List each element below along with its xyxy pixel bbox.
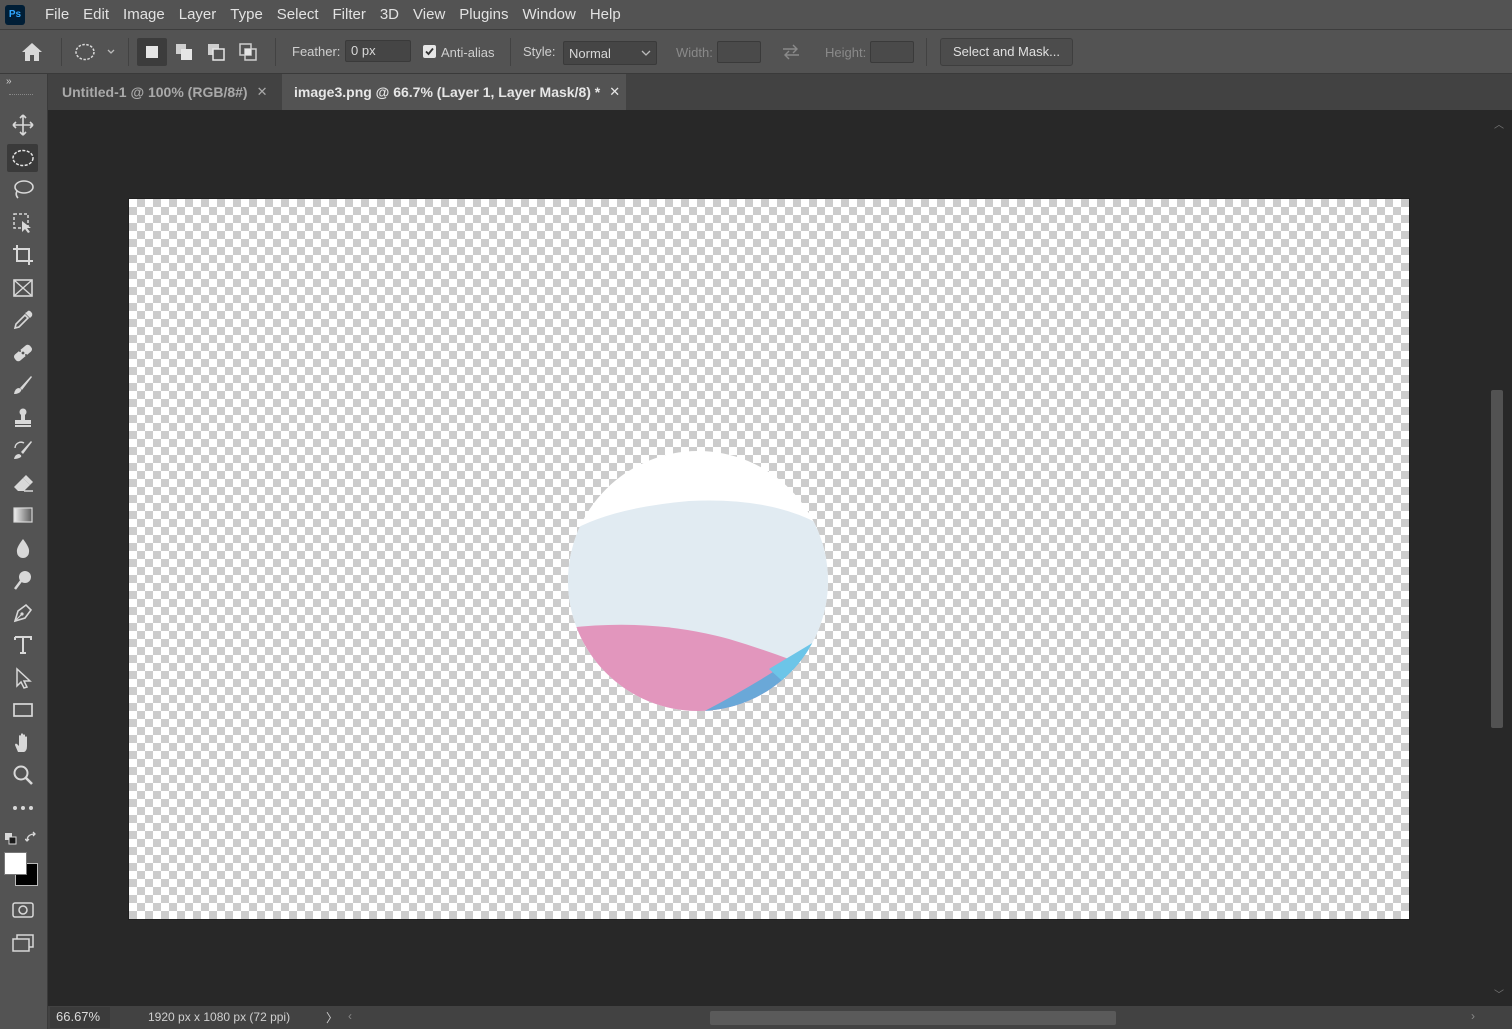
feather-label: Feather:	[292, 44, 341, 59]
select-and-mask-button[interactable]: Select and Mask...	[940, 38, 1073, 66]
close-icon[interactable]: ✕	[609, 84, 620, 100]
tab-untitled-1[interactable]: Untitled-1 @ 100% (RGB/8#) ✕	[48, 74, 282, 110]
menu-filter[interactable]: Filter	[326, 0, 373, 30]
menu-image[interactable]: Image	[116, 0, 172, 30]
dodge-tool-icon[interactable]	[7, 566, 38, 594]
width-input[interactable]	[717, 41, 761, 63]
subtract-from-selection-button[interactable]	[201, 38, 231, 66]
intersect-selection-button[interactable]	[233, 38, 263, 66]
style-label: Style:	[523, 44, 556, 59]
elliptical-marquee-tool-icon[interactable]	[7, 144, 38, 172]
document-workspace[interactable]	[48, 110, 1489, 1006]
menu-view[interactable]: View	[406, 0, 452, 30]
move-tool-icon[interactable]	[7, 111, 38, 139]
document-tabs: Untitled-1 @ 100% (RGB/8#) ✕ image3.png …	[48, 74, 1512, 110]
screen-mode-icon[interactable]	[7, 929, 38, 957]
add-to-selection-button[interactable]	[169, 38, 199, 66]
object-selection-tool-icon[interactable]	[7, 209, 38, 237]
menu-window[interactable]: Window	[515, 0, 582, 30]
healing-brush-tool-icon[interactable]	[7, 339, 38, 367]
clone-stamp-tool-icon[interactable]	[7, 404, 38, 432]
document-info: 1920 px x 1080 px (72 ppi)	[148, 1010, 291, 1024]
masked-image-layer	[568, 451, 828, 711]
width-label: Width:	[676, 45, 713, 60]
menu-plugins[interactable]: Plugins	[452, 0, 515, 30]
close-icon[interactable]: ✕	[257, 84, 268, 100]
menu-type[interactable]: Type	[223, 0, 270, 30]
menu-select[interactable]: Select	[270, 0, 326, 30]
rectangle-tool-icon[interactable]	[7, 696, 38, 724]
crop-tool-icon[interactable]	[7, 241, 38, 269]
height-label: Height:	[825, 45, 867, 60]
gradient-tool-icon[interactable]	[7, 501, 38, 529]
scroll-left-icon[interactable]: ‹	[348, 1009, 352, 1023]
swap-width-height-icon[interactable]	[780, 43, 802, 61]
height-input[interactable]	[870, 41, 914, 63]
path-selection-tool-icon[interactable]	[7, 664, 38, 692]
chevron-down-icon	[641, 50, 651, 56]
eyedropper-tool-icon[interactable]	[7, 306, 38, 334]
collapse-panel-icon[interactable]: »	[6, 76, 12, 87]
style-select[interactable]: Normal	[563, 41, 657, 65]
menu-layer[interactable]: Layer	[172, 0, 224, 30]
zoom-tool-icon[interactable]	[7, 761, 38, 789]
tab-title: image3.png @ 66.7% (Layer 1, Layer Mask/…	[294, 84, 601, 100]
lasso-tool-icon[interactable]	[7, 176, 38, 204]
anti-alias-checkbox[interactable]	[423, 45, 436, 58]
feather-input[interactable]: 0 px	[345, 40, 411, 62]
new-selection-button[interactable]	[137, 38, 167, 66]
type-tool-icon[interactable]	[7, 631, 38, 659]
menu-3d[interactable]: 3D	[373, 0, 406, 30]
photoshop-logo-icon: Ps	[5, 4, 25, 25]
tab-image3[interactable]: image3.png @ 66.7% (Layer 1, Layer Mask/…	[282, 74, 626, 110]
scroll-right-icon[interactable]: ›	[1471, 1009, 1475, 1023]
tools-panel: »	[0, 74, 48, 1029]
menu-bar: Ps File Edit Image Layer Type Select Fil…	[0, 0, 1512, 30]
vertical-scrollbar-thumb[interactable]	[1491, 390, 1503, 728]
menu-help[interactable]: Help	[583, 0, 628, 30]
style-select-value: Normal	[569, 45, 611, 61]
horizontal-scrollbar-thumb[interactable]	[710, 1011, 1116, 1025]
eraser-tool-icon[interactable]	[7, 469, 38, 497]
scroll-down-icon[interactable]: ﹀	[1494, 986, 1504, 1001]
blur-tool-icon[interactable]	[7, 534, 38, 562]
default-colors-icon[interactable]	[5, 832, 17, 845]
tab-title: Untitled-1 @ 100% (RGB/8#)	[62, 84, 248, 100]
document-canvas[interactable]	[128, 198, 1410, 920]
panel-grip[interactable]	[9, 94, 33, 96]
menu-edit[interactable]: Edit	[76, 0, 116, 30]
hand-tool-icon[interactable]	[7, 729, 38, 757]
history-brush-tool-icon[interactable]	[7, 436, 38, 464]
quick-mask-icon[interactable]	[7, 896, 38, 924]
scroll-up-icon[interactable]: ︿	[1494, 116, 1504, 131]
foreground-color-swatch[interactable]	[4, 852, 27, 875]
tool-preset-picker[interactable]	[72, 41, 116, 63]
options-bar: Feather: 0 px Anti-alias Style: Normal W…	[0, 30, 1512, 74]
swap-colors-icon[interactable]	[24, 831, 38, 844]
brush-tool-icon[interactable]	[7, 371, 38, 399]
home-icon[interactable]	[19, 40, 47, 64]
menu-file[interactable]: File	[38, 0, 76, 30]
pen-tool-icon[interactable]	[7, 599, 38, 627]
edit-toolbar-more-icon[interactable]	[7, 794, 38, 822]
chevron-right-icon[interactable]: 〉	[326, 1009, 338, 1026]
zoom-level-field[interactable]: 66.67%	[50, 1007, 110, 1028]
status-bar: 66.67% 1920 px x 1080 px (72 ppi) 〉 ‹ ›	[48, 1006, 1512, 1029]
frame-tool-icon[interactable]	[7, 274, 38, 302]
anti-alias-label: Anti-alias	[441, 45, 495, 60]
